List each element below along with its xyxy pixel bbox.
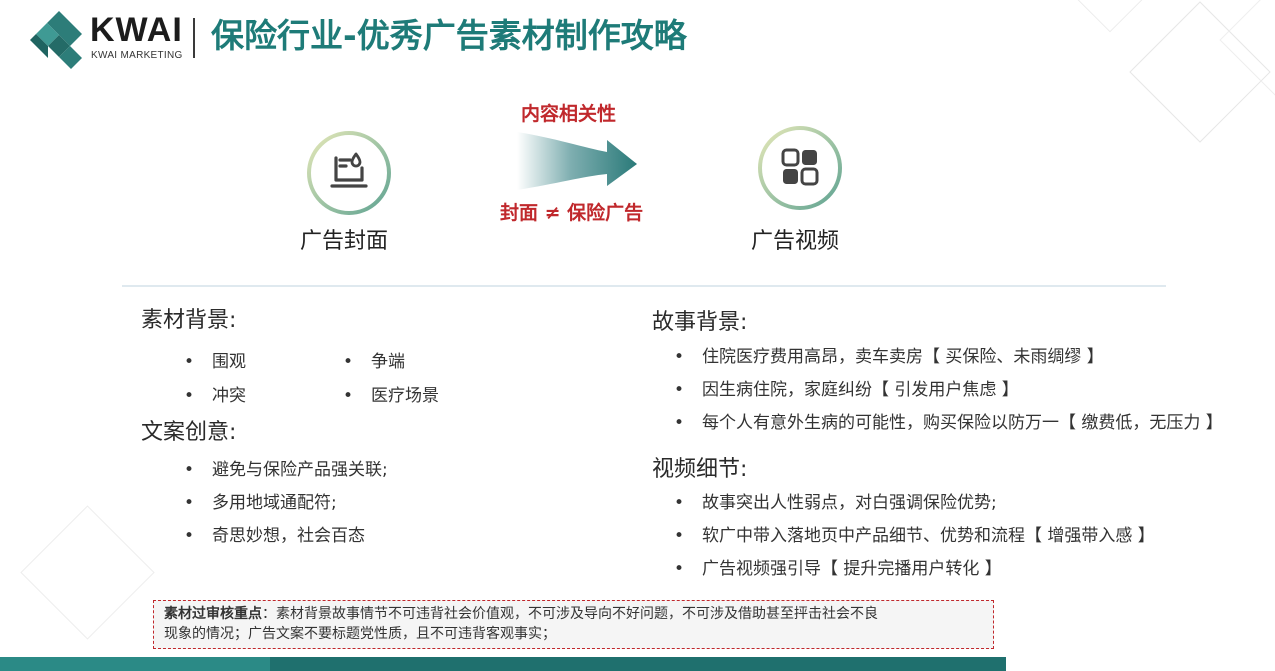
decorative-diamond <box>20 505 155 640</box>
flow-label-cover: 广告封面 <box>300 229 389 254</box>
decorative-diamond <box>1067 0 1153 33</box>
flow-label-video: 广告视频 <box>751 229 840 254</box>
arrow-bottom-label: 封面 ≠ 保险广告 <box>500 202 644 224</box>
review-note-line-1: 素材过审核重点：素材背景故事情节不可违背社会价值观，不可涉及导向不好问题，不可涉… <box>164 606 878 622</box>
list-item: 每个人有意外生病的可能性，购买保险以防万一【 缴费低，无压力 】 <box>674 411 1223 435</box>
footer-band-accent <box>0 657 270 671</box>
list-item: 故事突出人性弱点，对白强调保险优势; <box>674 491 997 515</box>
list-item: 奇思妙想，社会百态 <box>184 524 365 548</box>
flow-arrow-icon <box>517 132 637 190</box>
review-note: 素材过审核重点：素材背景故事情节不可违背社会价值观，不可涉及导向不好问题，不可涉… <box>153 600 994 649</box>
page-title: 保险行业-优秀广告素材制作攻略 <box>211 16 687 55</box>
list-item: 因生病住院，家庭纠纷【 引发用户焦虑 】 <box>674 378 1019 402</box>
list-item: 软广中带入落地页中产品细节、优势和流程【 增强带入感 】 <box>674 524 1155 548</box>
review-note-label: 素材过审核重点 <box>164 606 262 622</box>
arrow-top-label: 内容相关性 <box>521 103 617 125</box>
header-divider <box>193 18 195 58</box>
kwai-logo-icon <box>30 11 82 69</box>
heading-video-details: 视频细节: <box>652 457 748 482</box>
heading-copy-idea: 文案创意: <box>141 420 237 445</box>
list-item: 住院医疗费用高昂，卖车卖房【 买保险、未雨绸缪 】 <box>674 345 1104 369</box>
app-grid-icon <box>758 126 842 210</box>
list-item: 避免与保险产品强关联; <box>184 458 388 482</box>
list-item: 多用地域通配符; <box>184 491 337 515</box>
list-item: 围观 <box>184 350 246 374</box>
list-item: 争端 <box>343 350 405 374</box>
list-item: 广告视频强引导【 提升完播用户转化 】 <box>674 557 1002 581</box>
heading-material-background: 素材背景: <box>141 308 237 333</box>
section-divider <box>122 285 1166 287</box>
review-note-line-2: 现象的情况；广告文案不要标题党性质，且不可违背客观事实； <box>164 626 556 642</box>
document-stack-icon <box>307 131 391 215</box>
list-item: 医疗场景 <box>343 384 439 408</box>
brand-name: KWAI <box>90 11 183 49</box>
heading-story-background: 故事背景: <box>652 310 748 335</box>
brand-subtitle: KWAI MARKETING <box>91 50 183 61</box>
list-item: 冲突 <box>184 384 246 408</box>
